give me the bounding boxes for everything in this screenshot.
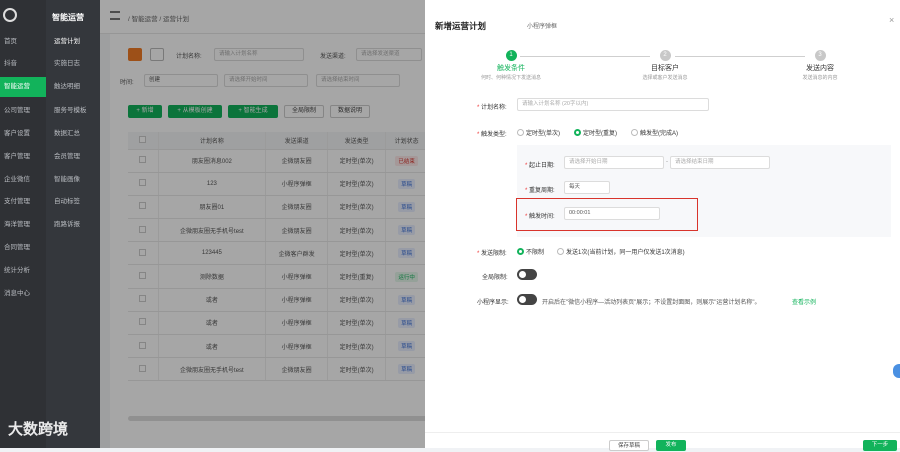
subnav-item-report[interactable]: 跑路诉报 — [54, 215, 100, 235]
nav-item-ocean[interactable]: 海洋管理 — [4, 215, 46, 235]
nav-item-messages[interactable]: 消息中心 — [4, 284, 46, 304]
date-range-label: * 起止日期: — [525, 163, 555, 169]
nav-item-customer-settings[interactable]: 客户设置 — [4, 124, 46, 144]
close-icon[interactable]: × — [889, 15, 894, 25]
step-number: 3 — [814, 50, 826, 61]
modal-overlay[interactable] — [100, 0, 425, 448]
subnav-item-templates[interactable]: 服务号模板 — [54, 101, 100, 121]
next-step-button[interactable]: 下一步 — [863, 440, 897, 451]
subnav-item-members[interactable]: 会员管理 — [54, 147, 100, 167]
trigger-time-label: * 触发时间: — [525, 214, 555, 220]
step-desc: 选择或客户发送消息 — [642, 75, 688, 81]
trigger-time-input[interactable]: 00:00:01 — [564, 207, 660, 220]
subnav-item-reach[interactable]: 触达明细 — [54, 77, 100, 97]
step-target[interactable]: 2 目标客户 选择或客户发送消息 — [620, 50, 710, 81]
step-trigger[interactable]: 1 触发条件 何时、何种情况下发送消息 — [466, 50, 556, 81]
repeat-cycle-label: * 重复周期: — [525, 188, 555, 194]
primary-sidebar: 首页 抖音 智能运营 公司管理 客户设置 客户管理 企业微信 支付管理 海洋管理… — [0, 0, 46, 448]
step-content[interactable]: 3 发送内容 发送消息的内容 — [775, 50, 865, 81]
nav-item-douyin[interactable]: 抖音 — [4, 54, 46, 74]
radio-checked-icon[interactable] — [517, 248, 524, 255]
send-limit-none[interactable]: 不限制 — [517, 247, 544, 256]
step-number: 2 — [659, 50, 671, 61]
trigger-opt-event[interactable]: 触发型(完成A) — [631, 128, 678, 137]
step-desc: 何时、何种情况下发送消息 — [480, 75, 541, 81]
step-label: 触发条件 — [497, 65, 525, 72]
help-float-button[interactable] — [893, 364, 900, 378]
radio-checked-icon[interactable] — [574, 129, 581, 136]
new-plan-drawer: 新增运营计划 小程序弹框 × 1 触发条件 何时、何种情况下发送消息 2 目标客… — [425, 0, 900, 451]
mp-show-label: 小程序显示: — [477, 300, 509, 306]
nav-item-wecom[interactable]: 企业微信 — [4, 170, 46, 190]
trigger-opt-once[interactable]: 定时型(单次) — [517, 128, 560, 137]
radio-icon[interactable] — [631, 129, 638, 136]
plan-name-label: * 计划名称: — [477, 105, 507, 111]
trigger-type-label: * 触发类型: — [477, 132, 507, 138]
logo-icon — [3, 8, 17, 22]
step-number: 1 — [505, 50, 517, 61]
radio-icon[interactable] — [557, 248, 564, 255]
save-draft-button[interactable]: 保存草稿 — [609, 440, 649, 451]
nav-item-customers[interactable]: 客户管理 — [4, 147, 46, 167]
subnav-item-plans[interactable]: 运营计划 — [54, 32, 100, 52]
subnav-item-log[interactable]: 实施日志 — [54, 54, 100, 74]
mp-show-toggle[interactable] — [517, 294, 537, 305]
subnav-item-tags[interactable]: 自动标签 — [54, 192, 100, 212]
brand-title: 智能运营 — [52, 13, 84, 22]
trigger-opt-repeat[interactable]: 定时型(重复) — [574, 128, 617, 137]
drawer-subtitle: 小程序弹框 — [527, 24, 558, 30]
view-example-link[interactable]: 查看示例 — [792, 297, 816, 306]
repeat-cycle-select[interactable]: 每天 — [564, 181, 610, 194]
subnav-item-portrait[interactable]: 智能画像 — [54, 170, 100, 190]
nav-item-payment[interactable]: 支付管理 — [4, 192, 46, 212]
radio-icon[interactable] — [517, 129, 524, 136]
mp-show-text: 开启后在"微信小程序—活动列表页"展示；不设置封面图，则展示"运营计划名称"。 — [542, 300, 761, 306]
subnav-item-data[interactable]: 数据汇总 — [54, 124, 100, 144]
nav-item-stats[interactable]: 统计分析 — [4, 261, 46, 281]
end-date-input[interactable]: 请选择结束日期 — [670, 156, 770, 169]
secondary-sidebar: 运营计划 实施日志 触达明细 服务号模板 数据汇总 会员管理 智能画像 自动标签… — [46, 0, 100, 448]
nav-item-smart-ops[interactable]: 智能运营 — [0, 77, 46, 97]
send-limit-label: * 发送限制: — [477, 251, 507, 257]
drawer-footer: 保存草稿 发布 下一步 — [425, 432, 900, 451]
send-limit-once[interactable]: 发送1次(当前计划，同一用户仅发送1次消息) — [557, 247, 685, 256]
watermark: 大数跨境 — [8, 421, 69, 438]
global-limit-label: 全局限制: — [482, 275, 508, 281]
start-date-input[interactable]: 请选择开始日期 — [564, 156, 664, 169]
plan-name-input[interactable]: 请输入计划名称 (20字以内) — [517, 98, 709, 111]
step-label: 发送内容 — [806, 65, 834, 72]
nav-item-company[interactable]: 公司管理 — [4, 101, 46, 121]
nav-item-home[interactable]: 首页 — [4, 32, 46, 52]
step-desc: 发送消息的内容 — [802, 75, 838, 81]
step-label: 目标客户 — [651, 65, 679, 72]
nav-item-contract[interactable]: 合同管理 — [4, 238, 46, 258]
date-separator: - — [666, 159, 668, 165]
publish-button[interactable]: 发布 — [656, 440, 686, 451]
global-limit-toggle[interactable] — [517, 269, 537, 280]
app-root: 首页 抖音 智能运营 公司管理 客户设置 客户管理 企业微信 支付管理 海洋管理… — [0, 0, 900, 451]
drawer-title: 新增运营计划 — [435, 21, 487, 31]
